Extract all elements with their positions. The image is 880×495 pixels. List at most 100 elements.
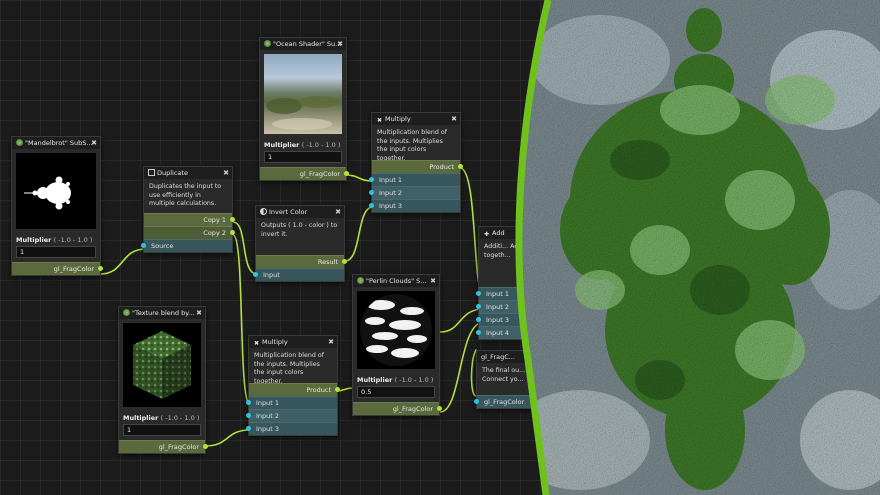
perlin-preview <box>357 291 435 369</box>
output-socket[interactable] <box>98 266 103 271</box>
node-ocean-shader[interactable]: "Ocean Shader" Su... ✖ Multiplier ( -1.0… <box>259 37 349 181</box>
output-port-copy-2[interactable]: Copy 2 <box>144 225 235 239</box>
input-socket[interactable] <box>253 272 258 277</box>
output-socket[interactable] <box>344 171 349 176</box>
param-label: Multiplier ( -1.0 - 1.0 ) <box>16 236 93 244</box>
param-label: Multiplier ( -1.0 - 1.0 ) <box>123 414 200 422</box>
node-title: Multiply <box>385 115 411 123</box>
close-icon[interactable]: ✖ <box>91 137 97 149</box>
node-description: Outputs ( 1.0 - color ) to invert it. <box>261 222 338 238</box>
plus-icon: ✚ <box>483 231 490 238</box>
output-socket[interactable] <box>230 229 235 235</box>
node-multiply-top[interactable]: ✖ Multiply ✖ Multiplication blend of the … <box>369 112 463 213</box>
node-title: Duplicate <box>157 169 188 177</box>
node-title: "Mandelbrot" SubS... <box>25 139 93 147</box>
node-title-bar[interactable]: "Mandelbrot" SubS... ✖ <box>12 137 100 149</box>
output-port-product[interactable]: Product <box>249 383 340 396</box>
node-multiply-bottom[interactable]: ✖ Multiply ✖ Multiplication blend of the … <box>246 335 340 436</box>
wire-invert-to-multiply <box>344 206 374 262</box>
node-title-bar[interactable]: "Ocean Shader" Su... ✖ <box>260 38 346 50</box>
node-title-bar[interactable]: ✚ Add <box>479 227 549 239</box>
input-socket[interactable] <box>369 177 374 182</box>
input-port-2[interactable]: Input 2 <box>369 186 460 199</box>
texture-preview <box>123 323 201 407</box>
close-icon[interactable]: ✖ <box>337 38 343 50</box>
mandelbrot-preview <box>16 153 96 229</box>
node-title-bar[interactable]: ✖ Multiply ✖ <box>372 113 460 125</box>
node-texture-blend[interactable]: "Texture blend by... ✖ Multiplier ( -1.0… <box>118 306 208 454</box>
output-port-result[interactable]: Result <box>256 255 347 268</box>
node-title-bar[interactable]: "Texture blend by... ✖ <box>119 307 205 319</box>
close-icon[interactable]: ✖ <box>451 113 457 125</box>
input-port-1[interactable]: Input 1 <box>246 396 337 409</box>
node-invert-color[interactable]: Invert Color ✖ Outputs ( 1.0 - color ) t… <box>253 205 347 282</box>
output-port-gl-fragcolor[interactable]: gl_FragColor <box>260 167 349 180</box>
input-port-3[interactable]: Input 3 <box>476 313 549 326</box>
node-title: Multiply <box>262 338 288 346</box>
node-title-bar[interactable]: Invert Color ✖ <box>256 206 344 218</box>
multiplier-input[interactable]: 0.5 <box>357 386 435 398</box>
multiplier-input[interactable]: 1 <box>123 424 201 436</box>
shader-icon <box>123 309 130 316</box>
textured-cube-image <box>133 331 191 399</box>
duplicate-icon <box>148 169 155 176</box>
input-port-gl-fragcolor[interactable]: gl_FragColor <box>474 395 547 408</box>
input-socket[interactable] <box>246 413 251 418</box>
output-socket[interactable] <box>230 216 235 222</box>
input-port-2[interactable]: Input 2 <box>476 300 549 313</box>
node-title-bar[interactable]: Duplicate ✖ <box>144 167 232 179</box>
input-port-1[interactable]: Input 1 <box>369 173 460 186</box>
node-frag-output[interactable]: gl_FragC... The final ou... Connect yo..… <box>474 350 548 409</box>
node-title-bar[interactable]: gl_FragC... <box>477 351 547 363</box>
output-port-gl-fragcolor[interactable]: gl_FragColor <box>12 262 103 275</box>
multiply-icon: ✖ <box>376 117 383 124</box>
node-graph-canvas[interactable]: "Mandelbrot" SubS... ✖ Multiplier ( -1.0… <box>0 0 880 495</box>
input-socket[interactable] <box>141 242 146 248</box>
input-socket[interactable] <box>246 400 251 405</box>
input-port-1[interactable]: Input 1 <box>476 287 549 300</box>
shader-icon <box>264 40 271 47</box>
node-description: Duplicates the input to use efficiently … <box>149 183 222 207</box>
close-icon[interactable]: ✖ <box>430 275 436 287</box>
node-description: Additi... Adds t... togeth... <box>484 243 537 259</box>
output-port-product[interactable]: Product <box>372 160 463 173</box>
node-add[interactable]: ✚ Add Additi... Adds t... togeth... Input… <box>476 226 550 340</box>
close-icon[interactable]: ✖ <box>196 307 202 319</box>
multiplier-input[interactable]: 1 <box>264 151 342 163</box>
input-socket[interactable] <box>476 330 481 335</box>
input-socket[interactable] <box>474 399 479 404</box>
input-port-4[interactable]: Input 4 <box>476 326 549 339</box>
node-title: Add <box>492 229 505 237</box>
output-port-copy-1[interactable]: Copy 1 <box>144 212 235 226</box>
node-perlin-clouds[interactable]: "Perlin Clouds" S... ✖ Multiplier ( -1.0… <box>352 274 442 416</box>
multiplier-input[interactable]: 1 <box>16 246 96 258</box>
output-socket[interactable] <box>437 406 442 411</box>
input-port-3[interactable]: Input 3 <box>369 199 460 212</box>
node-duplicate[interactable]: Duplicate ✖ Duplicates the input to use … <box>141 166 235 253</box>
input-socket[interactable] <box>476 291 481 296</box>
close-icon[interactable]: ✖ <box>328 336 334 348</box>
output-port-gl-fragcolor[interactable]: gl_FragColor <box>119 440 208 453</box>
input-port-2[interactable]: Input 2 <box>246 409 337 422</box>
multiply-icon: ✖ <box>253 340 260 347</box>
input-socket[interactable] <box>476 304 481 309</box>
input-socket[interactable] <box>246 426 251 431</box>
input-socket[interactable] <box>476 317 481 322</box>
input-socket[interactable] <box>369 203 374 208</box>
close-icon[interactable]: ✖ <box>223 167 229 179</box>
output-port-gl-fragcolor[interactable]: gl_FragColor <box>353 402 442 415</box>
input-port-input[interactable]: Input <box>253 268 344 281</box>
node-mandelbrot[interactable]: "Mandelbrot" SubS... ✖ Multiplier ( -1.0… <box>11 136 103 276</box>
output-socket[interactable] <box>335 387 340 392</box>
output-socket[interactable] <box>458 164 463 169</box>
input-port-3[interactable]: Input 3 <box>246 422 337 435</box>
node-title-bar[interactable]: ✖ Multiply ✖ <box>249 336 337 348</box>
wire-texture-to-multiply <box>204 429 251 447</box>
input-socket[interactable] <box>369 190 374 195</box>
input-port-source[interactable]: Source <box>141 238 232 252</box>
output-socket[interactable] <box>342 259 347 264</box>
close-icon[interactable]: ✖ <box>335 206 341 218</box>
node-title-bar[interactable]: "Perlin Clouds" S... ✖ <box>353 275 439 287</box>
output-socket[interactable] <box>203 444 208 449</box>
node-description: Multiplication blend of the inputs. Mult… <box>254 352 324 385</box>
